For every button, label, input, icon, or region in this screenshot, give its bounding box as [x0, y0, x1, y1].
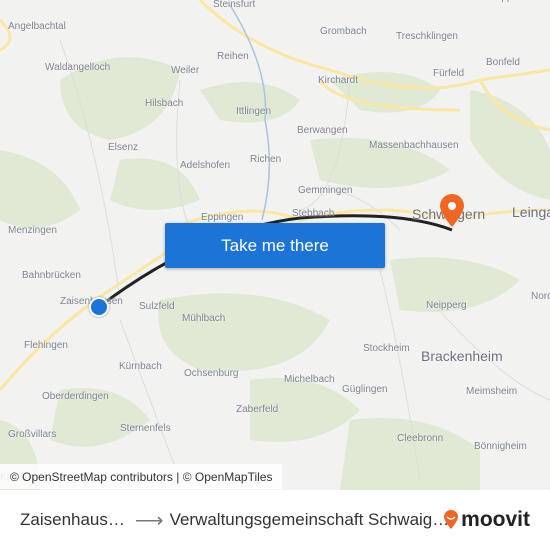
place-label: Neipperg	[426, 300, 467, 311]
place-label: Ittlingen	[236, 106, 272, 117]
place-label: Fürfeld	[433, 68, 465, 79]
place-label: Sulzfeld	[139, 301, 175, 312]
place-label: Kürnbach	[119, 361, 162, 372]
place-label: Nordheim	[531, 291, 550, 302]
place-label: Michelbach	[284, 374, 335, 385]
destination-pin-icon[interactable]	[439, 194, 465, 228]
place-label: Grombach	[320, 26, 367, 37]
place-label: Stebbach	[292, 208, 335, 219]
place-label: Güglingen	[342, 384, 388, 395]
place-label: Ochsenburg	[184, 368, 239, 379]
place-label: Menzingen	[8, 225, 57, 236]
place-label: Bonfeld	[486, 57, 520, 68]
forest-areas	[0, 57, 550, 490]
place-label: Bahnbrücken	[22, 270, 81, 281]
place-label: Bönnigheim	[474, 441, 527, 452]
place-label: Massenbachhausen	[369, 140, 459, 151]
place-label: Waldangelloch	[45, 62, 111, 73]
place-label: Brackenheim	[421, 348, 503, 364]
place-label: Elsenz	[108, 142, 139, 153]
place-label: Reihen	[217, 51, 249, 62]
destination-name: Verwaltungsgemeinschaft Schwaig…	[169, 510, 450, 529]
moovit-pin-icon	[444, 510, 459, 529]
place-label: Treschklingen	[396, 31, 458, 42]
map[interactable]: Steinsfurt Bad Rappenau Angelbachtal Gromba…	[0, 0, 550, 490]
place-label: Steinsfurt	[213, 0, 256, 10]
map-attribution: © OpenStreetMap contributors | © OpenMap…	[0, 464, 283, 489]
place-label: Angelbachtal	[8, 21, 66, 32]
moovit-logo: moovit	[443, 508, 530, 532]
place-label: Weiler	[171, 65, 200, 76]
place-label: Oberderdingen	[42, 391, 109, 402]
place-label: Hilsbach	[145, 98, 184, 109]
place-label: Cleebronn	[397, 433, 444, 444]
place-label: Mühlbach	[182, 313, 226, 324]
origin-name: Zaisenhaus…	[20, 510, 125, 529]
place-label: Kirchardt	[318, 75, 359, 86]
moovit-wordmark: moovit	[461, 508, 530, 531]
take-me-there-button[interactable]: Take me there	[165, 223, 385, 268]
place-label: Sternenfels	[120, 423, 171, 434]
place-label: Zaberfeld	[236, 404, 279, 415]
place-label: Großvillars	[8, 429, 57, 440]
place-label: Meimsheim	[466, 386, 518, 397]
place-label: Berwangen	[297, 125, 348, 136]
place-label: Adelshofen	[180, 160, 231, 171]
place-label: Gemmingen	[298, 185, 353, 196]
origin-marker[interactable]	[89, 297, 109, 317]
place-label: Leingarten	[512, 204, 550, 220]
place-label: Flehingen	[24, 340, 68, 351]
place-label: Richen	[250, 154, 282, 165]
place-label: Stockheim	[363, 343, 410, 354]
place-label: Bad Rappenau	[468, 0, 535, 3]
place-label: Eppingen	[201, 212, 244, 223]
arrow-right-icon: ⟶	[134, 509, 164, 532]
